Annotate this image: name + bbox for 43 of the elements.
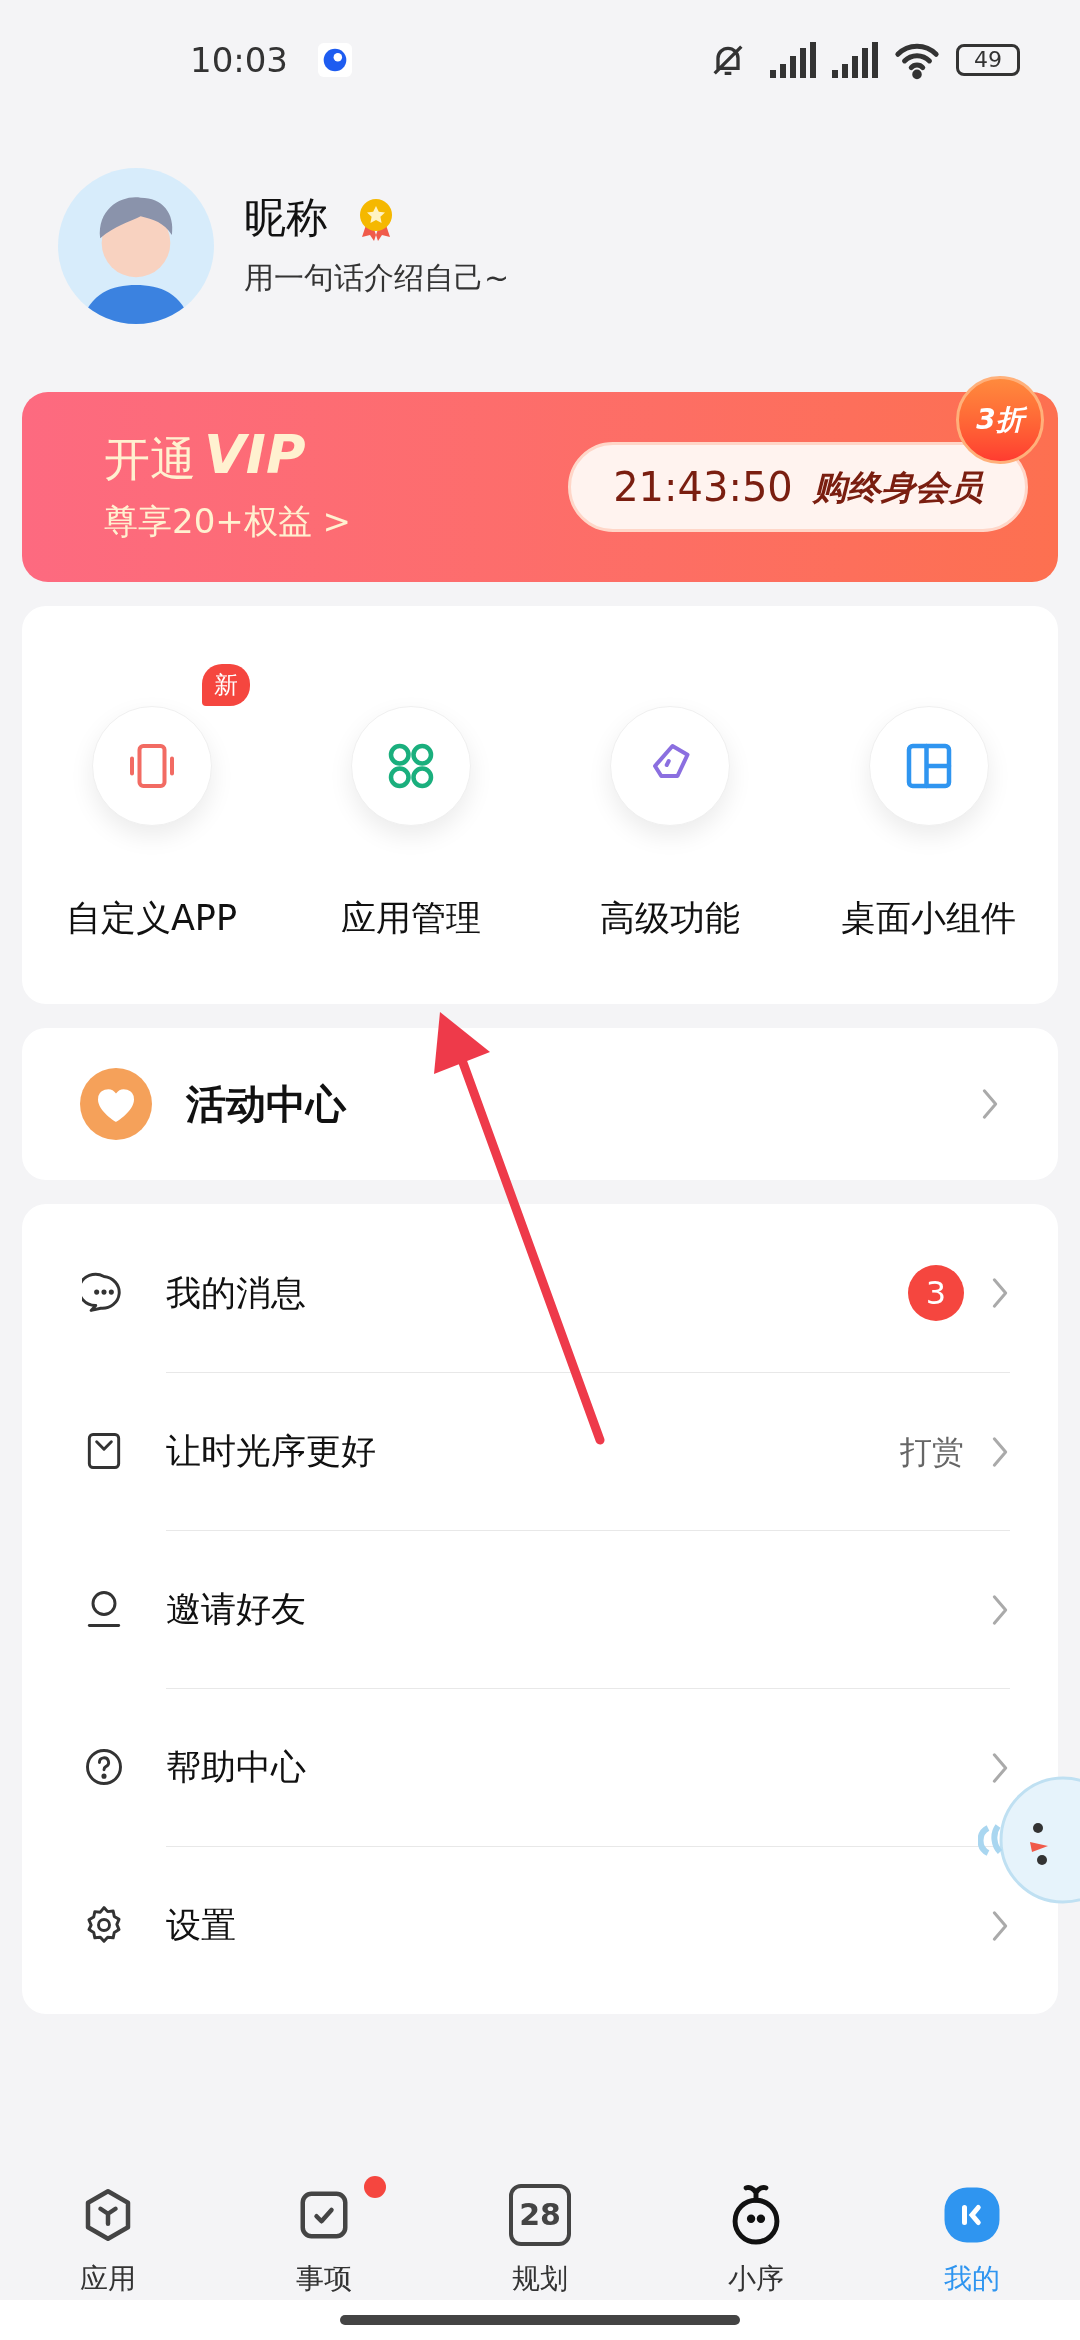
chevron-right-icon	[990, 1276, 1010, 1310]
nav-tab[interactable]: 小序	[648, 2160, 864, 2300]
feature-label: 桌面小组件	[841, 897, 1016, 940]
vip-label: VIP	[204, 427, 306, 482]
nav-tab[interactable]: 事项	[216, 2160, 432, 2300]
unread-count-badge: 3	[908, 1265, 964, 1321]
membership-label: 购终身会员	[812, 465, 983, 509]
menu-label: 我的消息	[166, 1271, 306, 1315]
menu-item[interactable]: 让时光序更好 打赏	[22, 1372, 1058, 1530]
status-time: 10:03	[190, 38, 288, 82]
bio-text: 用一句话介绍自己~	[244, 258, 510, 297]
activity-label: 活动中心	[186, 1080, 346, 1129]
nav-tab[interactable]: 应用	[0, 2160, 216, 2300]
chevron-right-icon	[990, 1592, 1010, 1627]
menu-item[interactable]: 我的消息 3	[22, 1214, 1058, 1372]
menu-label: 设置	[166, 1904, 236, 1948]
nav-tab[interactable]: 28 规划	[432, 2160, 648, 2300]
chevron-right-icon	[990, 1434, 1010, 1469]
countdown-timer: 21:43:50	[613, 463, 793, 512]
app-notification-icon	[318, 43, 352, 77]
lifetime-membership-button[interactable]: 21:43:50 购终身会员	[568, 442, 1028, 532]
feature-item[interactable]: 桌面小组件	[841, 706, 1016, 1004]
feature-item[interactable]: 高级功能	[599, 706, 740, 1004]
new-badge: 新	[202, 664, 250, 706]
vip-subtitle: 尊享20+权益 >	[104, 499, 352, 543]
feature-item[interactable]: 自定义APP	[65, 706, 238, 1004]
nickname: 昵称	[244, 192, 328, 245]
feature-item[interactable]: 应用管理	[340, 706, 481, 1004]
chevron-right-icon	[980, 1087, 1000, 1121]
chevron-right-icon	[990, 1908, 1010, 1943]
menu-label: 让时光序更好	[166, 1430, 376, 1474]
activity-center-row[interactable]: 活动中心	[22, 1028, 1058, 1180]
feature-label: 应用管理	[340, 897, 481, 940]
battery-indicator: 49	[956, 44, 1020, 76]
menu-item[interactable]: 邀请好友	[22, 1530, 1058, 1688]
feature-label: 高级功能	[599, 897, 740, 940]
calendar-icon: 28	[509, 2184, 571, 2246]
menu-value: 打赏	[900, 1431, 964, 1473]
vip-title: 开通	[104, 435, 196, 482]
menu-label: 帮助中心	[166, 1746, 306, 1790]
feature-label: 自定义APP	[65, 897, 238, 940]
chevron-right-icon	[990, 1750, 1010, 1785]
menu-label: 邀请好友	[166, 1588, 306, 1632]
